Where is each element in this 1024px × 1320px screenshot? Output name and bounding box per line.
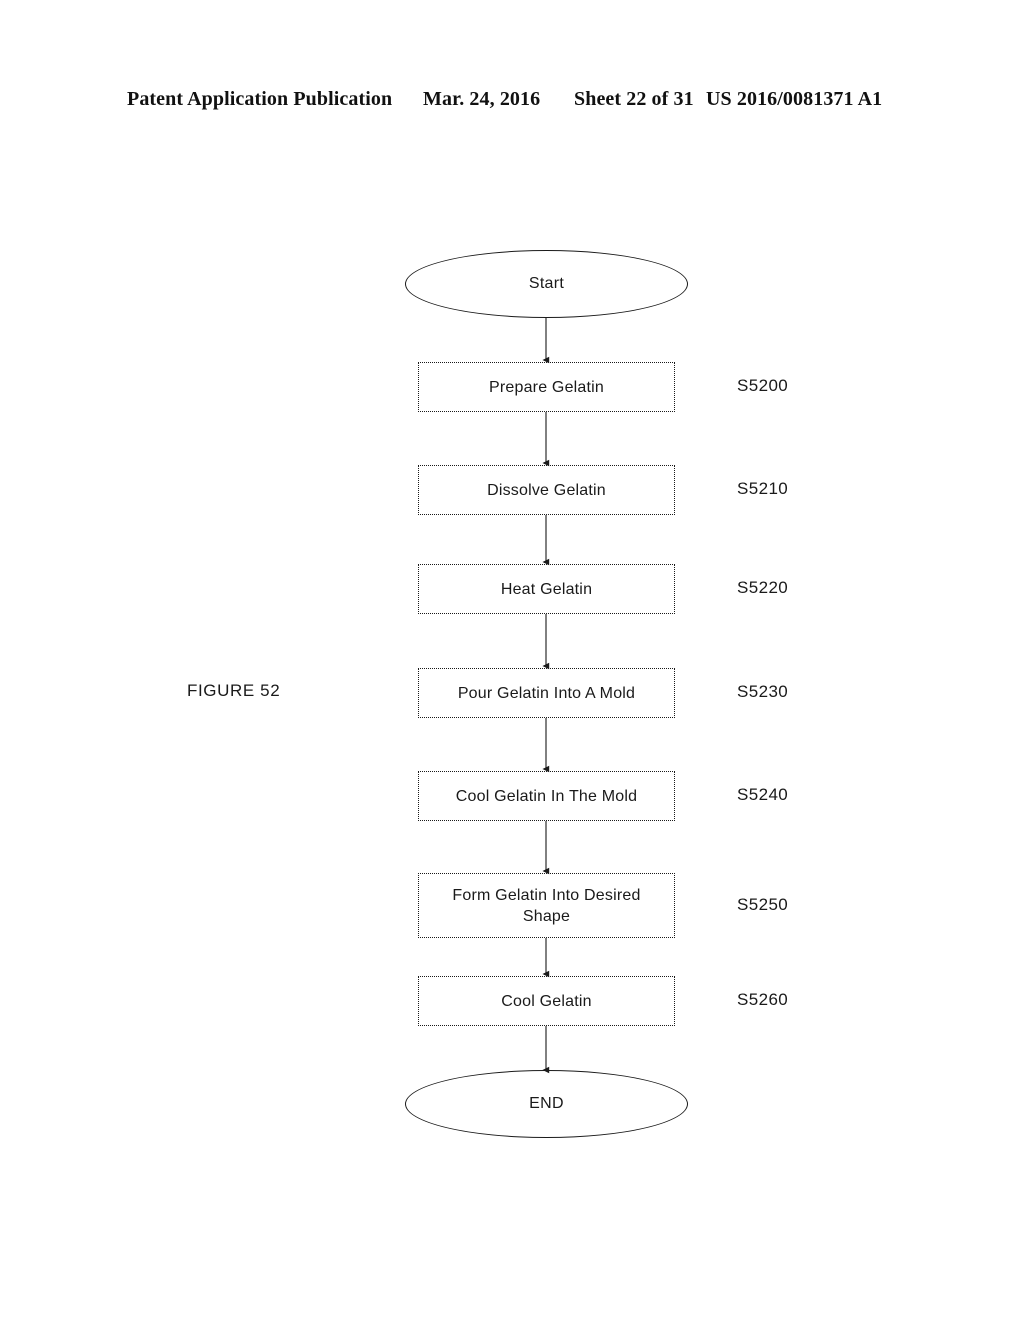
flowchart-step-reference: S5230 — [737, 682, 789, 701]
flowchart-step-box: Pour Gelatin Into A Mold — [418, 668, 675, 718]
figure-caption: FIGURE 52 — [187, 681, 281, 700]
flowchart-step-box: Dissolve Gelatin — [418, 465, 675, 515]
flowchart-diagram: FIGURE 52 Start Prepare Gelatin S5200 Diss… — [0, 0, 1024, 1320]
node-start-label: Start — [528, 275, 565, 292]
flowchart-step-label: Cool Gelatin — [501, 992, 592, 1010]
flowchart-step-box: Form Gelatin Into Desired Shape — [418, 873, 675, 938]
flowchart-node-start: Start — [405, 250, 688, 318]
flowchart-step-reference: S5220 — [737, 578, 789, 597]
flowchart-node-end: END — [405, 1070, 688, 1138]
flowchart-step-box: Cool Gelatin — [418, 976, 675, 1026]
flowchart-step-reference: S5200 — [737, 376, 789, 395]
flowchart-step-label: Dissolve Gelatin — [487, 481, 606, 499]
node-end-label: END — [529, 1095, 564, 1112]
flowchart-step-reference: S5260 — [737, 990, 789, 1009]
flowchart-step-box: Heat Gelatin — [418, 564, 675, 614]
flowchart-step-label: Heat Gelatin — [500, 580, 593, 598]
flowchart-step-label: Pour Gelatin Into A Mold — [457, 684, 636, 702]
flowchart-step-label: Form Gelatin Into Desired Shape — [452, 886, 641, 925]
flowchart-step-reference: S5240 — [737, 785, 789, 804]
flowchart-step-box: Cool Gelatin In The Mold — [418, 771, 675, 821]
flowchart-step-reference: S5250 — [737, 894, 789, 914]
flowchart-step-label: Cool Gelatin In The Mold — [455, 787, 638, 805]
flowchart-step-box: Prepare Gelatin — [418, 362, 675, 412]
flowchart-step-reference: S5210 — [737, 479, 789, 498]
flowchart-step-label: Prepare Gelatin — [488, 378, 605, 396]
